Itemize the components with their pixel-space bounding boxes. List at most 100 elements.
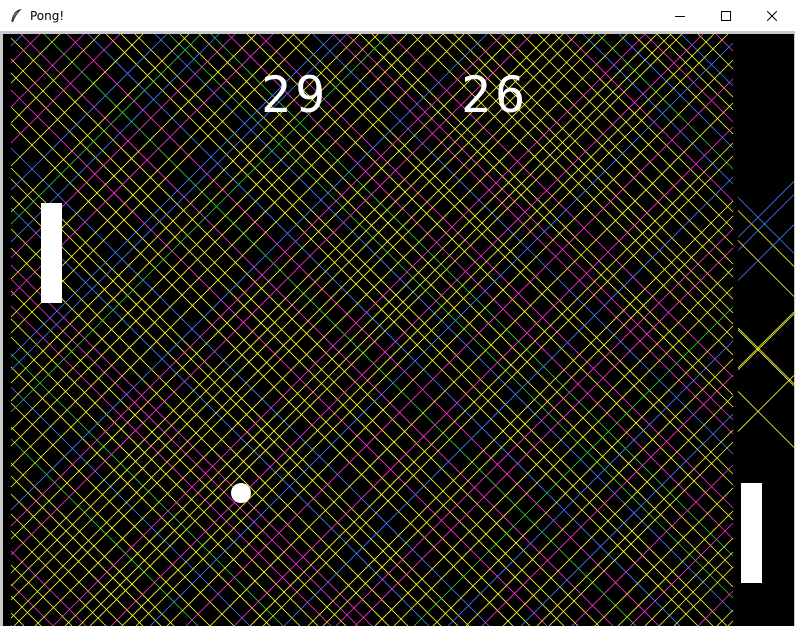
ball <box>231 483 251 503</box>
trail-segment <box>565 34 734 202</box>
trail-segment <box>166 59 734 626</box>
app-window: Pong! 29 26 <box>0 0 795 626</box>
trail-segment <box>715 34 734 52</box>
trail-segment <box>582 34 734 185</box>
trail-segment <box>737 375 794 432</box>
trail-segment <box>393 286 734 626</box>
trail-segment <box>89 34 683 626</box>
trail-segment <box>332 34 734 435</box>
trail-segment <box>737 391 794 448</box>
trail-segment <box>307 200 734 626</box>
trail-segment <box>10 34 101 124</box>
trail-segment <box>548 441 734 626</box>
trail-segment <box>10 34 168 191</box>
trail-segment <box>10 34 61 84</box>
trail-segment <box>618 34 734 149</box>
trail-segment <box>10 106 531 626</box>
trail-segment <box>669 34 734 98</box>
right-paddle <box>741 483 762 583</box>
window-controls <box>657 0 795 31</box>
trail-segment <box>135 34 729 626</box>
trail-segment <box>537 34 734 230</box>
trail-segment <box>10 264 373 626</box>
trail-segment <box>10 72 565 626</box>
trail-segment <box>10 612 25 626</box>
trail-segment <box>502 395 734 626</box>
trail-segment <box>335 228 734 626</box>
title-bar[interactable]: Pong! <box>0 0 795 31</box>
trail-segment <box>121 34 715 626</box>
trail-segment <box>52 34 646 626</box>
trail-segment <box>737 194 794 251</box>
trail-segment <box>10 247 390 626</box>
trail-segment <box>432 325 734 626</box>
canvas-border: 29 26 <box>0 31 795 626</box>
game-canvas[interactable]: 29 26 <box>3 34 794 626</box>
trail-segment <box>737 197 794 254</box>
trail-segment <box>262 155 734 626</box>
trail-segment <box>110 34 704 626</box>
trail-segment <box>10 530 107 626</box>
trail-segment <box>10 34 390 413</box>
minimize-icon <box>675 6 685 25</box>
trail-segment <box>413 306 734 626</box>
left-player-score: 29 <box>261 66 330 124</box>
trail-segment <box>737 311 794 369</box>
close-button[interactable] <box>749 0 795 30</box>
trail-segment <box>10 305 332 626</box>
trail-segment <box>658 551 734 626</box>
trail-segment <box>10 34 488 511</box>
trail-segment <box>697 34 734 70</box>
trail-segment <box>10 290 347 626</box>
trail-segment <box>594 487 734 626</box>
trail-segment <box>629 522 734 626</box>
trail-segment <box>10 195 442 626</box>
trail-segment <box>673 566 734 626</box>
trail-segment <box>656 34 734 111</box>
trail-segment <box>465 358 734 626</box>
close-icon <box>766 6 778 25</box>
trail-segment <box>10 595 42 626</box>
trail-segment <box>10 438 199 626</box>
left-paddle <box>41 203 62 303</box>
trail-segment <box>10 89 548 626</box>
trail-segment <box>10 493 144 626</box>
trail-segment <box>727 620 734 626</box>
trail-segment <box>87 34 681 626</box>
trail-segment <box>737 329 794 387</box>
trail-segment <box>447 340 734 626</box>
trail-segment <box>644 537 734 626</box>
trail-segment <box>10 123 514 626</box>
trail-segment <box>571 464 734 626</box>
trail-segment <box>10 513 124 626</box>
minimize-button[interactable] <box>657 0 703 30</box>
window-title: Pong! <box>30 8 65 23</box>
trail-segment <box>737 327 794 385</box>
trail-segment <box>66 34 660 626</box>
trail-segment <box>10 34 504 527</box>
ball-trail-lines <box>10 34 794 626</box>
trail-segment <box>737 210 794 267</box>
trail-segment <box>10 564 73 626</box>
maximize-button[interactable] <box>703 0 749 30</box>
trail-segment <box>737 313 794 371</box>
trail-segment <box>209 102 734 626</box>
feather-icon <box>8 8 24 24</box>
trail-segment <box>346 34 734 421</box>
trail-segment <box>10 386 251 626</box>
trail-segment <box>10 147 490 626</box>
trail-segment <box>10 462 175 626</box>
trail-segment <box>389 34 734 378</box>
trail-segment <box>34 34 628 626</box>
trail-segment <box>10 336 301 626</box>
trail-segment <box>10 34 408 431</box>
right-player-score: 26 <box>461 66 530 124</box>
trail-segment <box>737 181 794 238</box>
maximize-icon <box>721 6 731 25</box>
trail-segment <box>64 34 658 626</box>
trail-segment <box>233 126 734 626</box>
trail-segment <box>10 34 190 213</box>
trail-segment <box>10 34 121 144</box>
trail-segment <box>10 34 444 467</box>
trail-segment <box>154 34 734 613</box>
